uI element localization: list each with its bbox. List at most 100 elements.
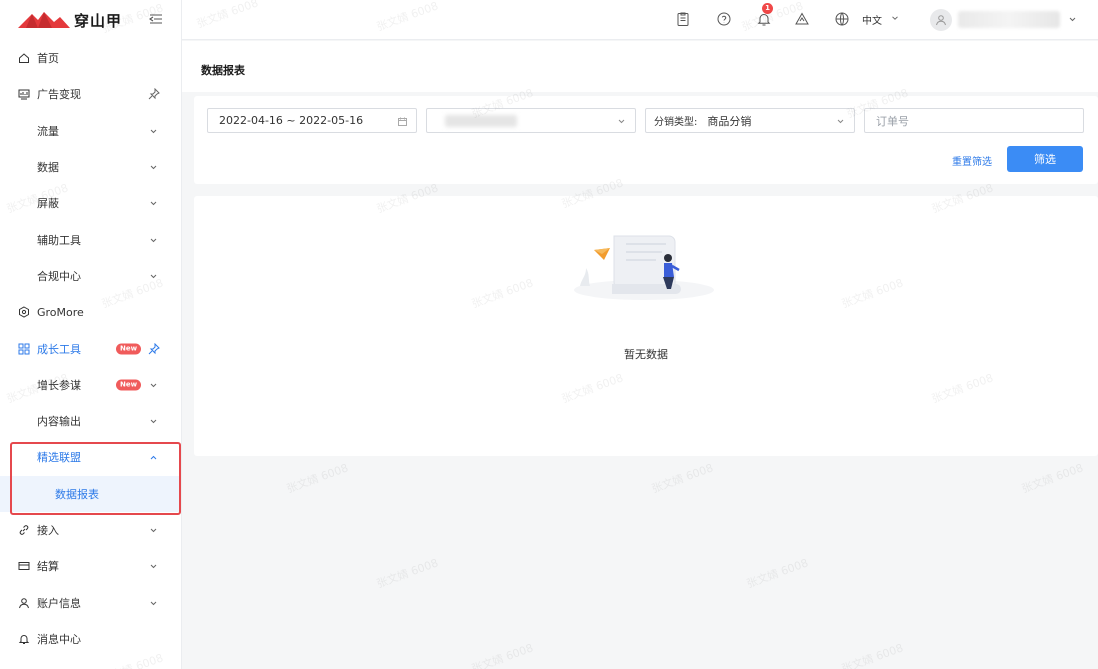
sidebar-item-label: 结算 bbox=[37, 560, 59, 574]
logo[interactable]: 穿山甲 bbox=[0, 0, 181, 40]
sidebar-item-data-report[interactable]: 数据报表 bbox=[0, 475, 181, 512]
sidebar-item-label: 辅助工具 bbox=[37, 233, 81, 247]
link-icon bbox=[19, 525, 29, 535]
chevron-down-icon bbox=[150, 564, 157, 569]
empty-state-message: 暂无数据 bbox=[624, 348, 668, 361]
watermark: 张文婧 6008 bbox=[1019, 461, 1085, 496]
order-number-placeholder: 订单号 bbox=[876, 114, 909, 128]
watermark: 张文婧 6008 bbox=[839, 641, 905, 669]
sidebar: 穿山甲 首页 广告变现 流量 数据 屏蔽 辅助工具 合规中心 GroMore 成… bbox=[0, 0, 182, 669]
grid-icon bbox=[18, 343, 30, 355]
watermark: 张文婧 6008 bbox=[649, 461, 715, 496]
chevron-up-icon bbox=[150, 456, 157, 460]
user-avatar-icon bbox=[936, 15, 946, 26]
card-icon bbox=[18, 562, 30, 571]
sidebar-item-label: 账户信息 bbox=[37, 596, 81, 610]
sidebar-item-label: 接入 bbox=[37, 524, 59, 537]
sidebar-item-growth-tools[interactable]: 成长工具 New bbox=[0, 330, 181, 366]
chevron-down-icon bbox=[150, 238, 157, 242]
sidebar-item-messages[interactable]: 消息中心 bbox=[0, 621, 181, 657]
globe-icon[interactable] bbox=[834, 11, 850, 27]
chevron-down-icon bbox=[837, 119, 844, 124]
sidebar-item-block[interactable]: 屏蔽 bbox=[0, 185, 181, 221]
chevron-down-icon bbox=[150, 274, 157, 279]
chart-icon bbox=[18, 89, 30, 100]
sidebar-item-compliance[interactable]: 合规中心 bbox=[0, 258, 181, 294]
sidebar-menu: 首页 广告变现 流量 数据 屏蔽 辅助工具 合规中心 GroMore 成长工具 … bbox=[0, 40, 181, 657]
user-icon bbox=[19, 597, 29, 608]
empty-illustration-icon bbox=[574, 235, 714, 300]
pin-icon[interactable] bbox=[148, 88, 160, 100]
chevron-down-icon bbox=[150, 528, 157, 533]
logo-mark-icon bbox=[18, 12, 70, 28]
user-name-redacted[interactable] bbox=[958, 11, 1060, 28]
watermark: 张文婧 6008 bbox=[284, 461, 350, 496]
chevron-down-icon bbox=[618, 119, 625, 124]
sidebar-item-content-output[interactable]: 内容输出 bbox=[0, 403, 181, 439]
sidebar-item-label: 成长工具 bbox=[37, 342, 81, 356]
help-icon[interactable] bbox=[716, 11, 732, 27]
top-bar: 1 中文 bbox=[182, 0, 1098, 40]
filter-panel: 2022-04-16 ~ 2022-05-16 分销类型: 商品分销 订单号 重… bbox=[194, 96, 1098, 184]
distribution-type-label: 分销类型: bbox=[654, 117, 698, 128]
sidebar-item-home[interactable]: 首页 bbox=[0, 40, 181, 76]
collapse-menu-icon[interactable] bbox=[148, 11, 164, 27]
sidebar-item-access[interactable]: 接入 bbox=[0, 512, 181, 548]
sidebar-item-label: 数据 bbox=[37, 161, 59, 175]
sidebar-item-tools[interactable]: 辅助工具 bbox=[0, 221, 181, 257]
warning-icon[interactable] bbox=[794, 11, 810, 27]
pin-icon[interactable] bbox=[148, 342, 160, 355]
sidebar-item-label: 数据报表 bbox=[55, 487, 99, 501]
distribution-type-value: 商品分销 bbox=[707, 114, 752, 128]
sidebar-item-label: 首页 bbox=[37, 52, 59, 66]
sidebar-item-label: GroMore bbox=[37, 305, 84, 319]
chevron-down-icon bbox=[150, 383, 157, 388]
sidebar-item-label: 流量 bbox=[37, 124, 59, 138]
page-title: 数据报表 bbox=[201, 64, 245, 77]
brand-name: 穿山甲 bbox=[74, 11, 123, 30]
sidebar-item-ad-monetization[interactable]: 广告变现 bbox=[0, 76, 181, 112]
sidebar-item-gromore[interactable]: GroMore bbox=[0, 294, 181, 330]
watermark: 张文婧 6008 bbox=[374, 556, 440, 591]
redacted-value bbox=[445, 114, 517, 127]
reset-filters-link[interactable]: 重置筛选 bbox=[952, 153, 992, 168]
sidebar-item-label: 增长参谋 bbox=[37, 378, 81, 392]
sidebar-item-data[interactable]: 数据 bbox=[0, 149, 181, 185]
notification-count-badge: 1 bbox=[762, 3, 773, 14]
sidebar-item-label: 合规中心 bbox=[37, 269, 81, 283]
order-number-input[interactable]: 订单号 bbox=[864, 108, 1084, 133]
chevron-down-icon bbox=[150, 419, 157, 424]
chevron-down-icon bbox=[150, 601, 157, 605]
chevron-down-icon bbox=[150, 129, 157, 133]
new-badge: New bbox=[116, 379, 142, 391]
watermark: 张文婧 6008 bbox=[469, 641, 535, 669]
sidebar-item-label: 屏蔽 bbox=[37, 197, 59, 211]
date-range-picker[interactable]: 2022-04-16 ~ 2022-05-16 bbox=[207, 108, 417, 133]
gromore-icon bbox=[19, 306, 29, 318]
new-badge: New bbox=[116, 343, 142, 355]
bell-icon bbox=[18, 634, 30, 644]
app-select[interactable] bbox=[426, 108, 636, 133]
clipboard-icon[interactable] bbox=[675, 11, 691, 27]
date-range-value: 2022-04-16 ~ 2022-05-16 bbox=[219, 114, 364, 127]
sidebar-item-settlement[interactable]: 结算 bbox=[0, 548, 181, 584]
sidebar-item-label: 内容输出 bbox=[37, 415, 81, 429]
sidebar-item-selected-alliance[interactable]: 精选联盟 bbox=[0, 439, 181, 475]
sidebar-item-label: 精选联盟 bbox=[37, 451, 81, 465]
sidebar-item-label: 消息中心 bbox=[37, 632, 81, 646]
distribution-type-select[interactable]: 分销类型: 商品分销 bbox=[645, 108, 855, 133]
language-selector[interactable]: 中文 bbox=[862, 12, 882, 27]
watermark: 张文婧 6008 bbox=[744, 556, 810, 591]
sidebar-item-account[interactable]: 账户信息 bbox=[0, 584, 181, 620]
chevron-down-icon bbox=[892, 16, 898, 20]
chevron-down-icon bbox=[150, 165, 157, 170]
results-panel: 暂无数据 bbox=[194, 196, 1098, 456]
calendar-icon bbox=[398, 117, 407, 126]
filter-button[interactable]: 筛选 bbox=[1007, 146, 1083, 172]
avatar[interactable] bbox=[930, 9, 952, 31]
sidebar-item-growth-advisor[interactable]: 增长参谋 New bbox=[0, 367, 181, 403]
chevron-down-icon[interactable] bbox=[1068, 15, 1077, 24]
sidebar-item-traffic[interactable]: 流量 bbox=[0, 113, 181, 149]
chevron-down-icon bbox=[150, 201, 157, 206]
sidebar-item-label: 广告变现 bbox=[37, 88, 81, 102]
